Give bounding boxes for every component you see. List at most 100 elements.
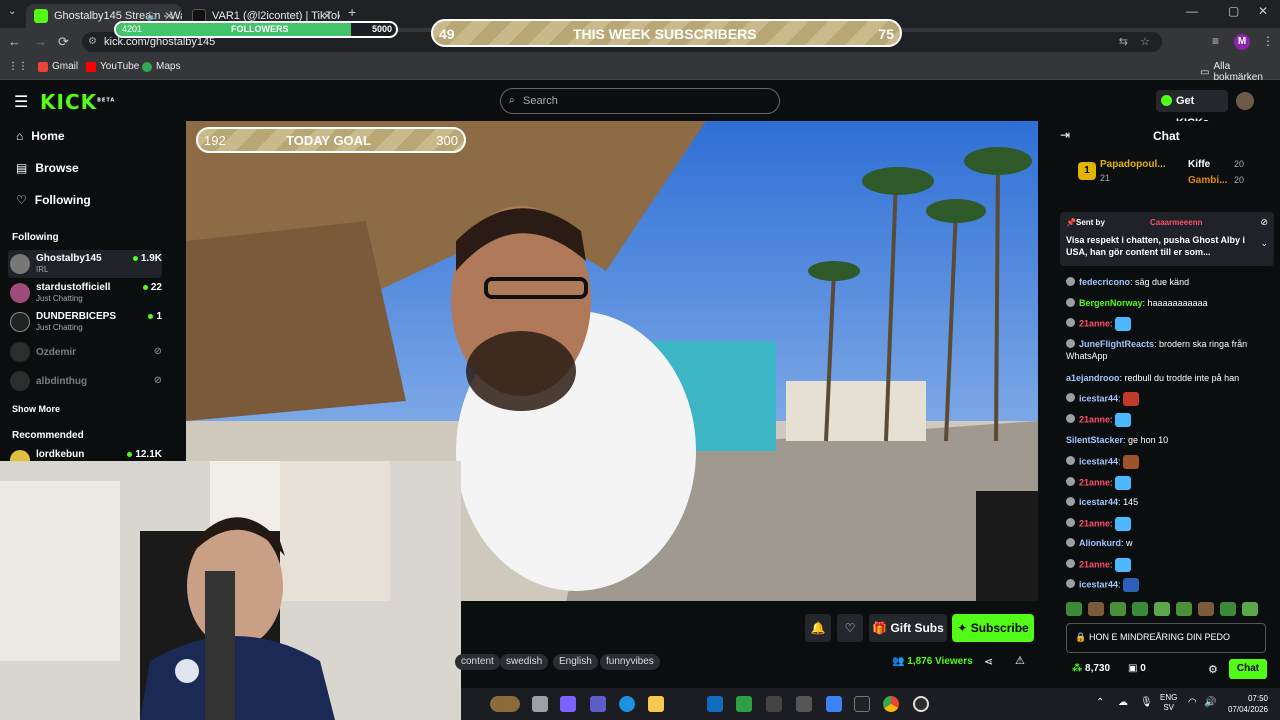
gift-subs-button[interactable]: 🎁 Gift Subs [869, 614, 947, 642]
tray-chevron-icon[interactable]: ⌃ [1096, 697, 1104, 708]
subscribe-button[interactable]: ✦ Subscribe [952, 614, 1034, 642]
terminal-icon[interactable] [854, 696, 870, 712]
emote-icon[interactable] [1220, 602, 1236, 616]
user-avatar[interactable] [1236, 92, 1254, 110]
window-close-button[interactable]: ✕ [1258, 4, 1268, 18]
send-chat-button[interactable]: Chat [1229, 659, 1267, 679]
nav-home[interactable]: ⌂ Home [16, 129, 65, 143]
bookmark-youtube[interactable]: YouTube [86, 61, 139, 72]
pinned-message[interactable]: 📌 Sent by Caaarmeeenn ⊘ Visa respekt i c… [1060, 212, 1274, 266]
chat-message[interactable]: SilentStacker: ge hon 10 [1066, 434, 1266, 446]
leader-name[interactable]: Papadopoul... [1100, 159, 1166, 170]
mail-icon[interactable] [707, 696, 723, 712]
clock[interactable]: 07:50 07/04/2026 [1224, 693, 1268, 715]
chat-username[interactable]: JuneFlightReacts [1079, 339, 1154, 349]
obs-icon[interactable] [913, 696, 929, 712]
chat-username[interactable]: icestar44 [1079, 579, 1118, 589]
copilot-icon[interactable] [560, 696, 576, 712]
photos-icon[interactable] [826, 696, 842, 712]
volume-icon[interactable]: 🔊 [1204, 697, 1216, 708]
chat-username[interactable]: 21anne [1079, 559, 1110, 569]
translate-icon[interactable]: ⇆ [1119, 32, 1128, 52]
following-channel[interactable]: stardustofficiell Just Chatting 22 [8, 279, 162, 307]
leader-name[interactable]: Gambi... [1188, 175, 1227, 186]
language-indicator[interactable]: ENG SV [1160, 693, 1177, 713]
desktop-icon[interactable] [532, 696, 548, 712]
nav-browse[interactable]: ▤ Browse [16, 161, 79, 175]
back-arrow-icon[interactable]: ← [8, 34, 21, 49]
wifi-icon[interactable]: ◠ [1188, 697, 1197, 708]
chat-message[interactable]: JuneFlightReacts: brodern ska ringa från… [1066, 338, 1266, 362]
recommended-channel[interactable]: lordkebun 12.1K [8, 446, 162, 461]
security-icon[interactable] [736, 696, 752, 712]
emote-icon[interactable] [1110, 602, 1126, 616]
share-icon[interactable]: ⋖ [984, 655, 993, 668]
expand-icon[interactable]: ⌄ [1260, 238, 1268, 249]
show-more-link[interactable]: Show More [12, 404, 60, 414]
chat-message[interactable]: icestar44: [1066, 578, 1266, 592]
teams-icon[interactable] [590, 696, 606, 712]
site-info-icon[interactable]: ⚙ [88, 32, 97, 52]
chat-message[interactable]: a1ejandrooo: redbull du trodde inte på h… [1066, 372, 1266, 384]
chat-message[interactable]: 21anne: [1066, 413, 1266, 427]
reading-list-icon[interactable]: ≡ [1212, 34, 1219, 48]
app-icon[interactable] [796, 696, 812, 712]
emote-icon[interactable] [1176, 602, 1192, 616]
file-explorer-icon[interactable] [648, 696, 664, 712]
chat-username[interactable]: a1ejandrooo [1066, 373, 1120, 383]
chat-username[interactable]: 21anne [1079, 318, 1110, 328]
all-bookmarks-folder[interactable]: ▭ Alla bokmärken [1200, 61, 1280, 83]
emote-icon[interactable] [1088, 602, 1104, 616]
tag-content[interactable]: content [455, 654, 500, 670]
tag-swedish[interactable]: swedish [500, 654, 549, 670]
nav-following[interactable]: ♡ Following [16, 193, 91, 207]
leader-name[interactable]: Kiffe [1188, 159, 1210, 170]
report-icon[interactable]: ⚠ [1015, 654, 1025, 667]
edge-icon[interactable] [619, 696, 635, 712]
hamburger-menu-icon[interactable]: ☰ [14, 92, 28, 112]
mic-icon[interactable]: 🎙 [1140, 697, 1153, 708]
browser-menu-icon[interactable]: ⋮ [1262, 34, 1274, 48]
bookmark-star-icon[interactable]: ☆ [1140, 32, 1150, 52]
chat-username[interactable]: fedecricono [1079, 277, 1130, 287]
restore-button[interactable]: ▢ [1228, 4, 1239, 18]
network-icon[interactable]: ☁ [1118, 697, 1128, 708]
unpin-icon[interactable]: ⊘ [1260, 217, 1268, 228]
chat-message[interactable]: 21anne: [1066, 317, 1266, 331]
chat-settings-icon[interactable]: ⚙ [1208, 663, 1218, 676]
emote-icon[interactable] [1066, 602, 1082, 616]
tab-search-button[interactable]: ⌄ [8, 6, 16, 17]
chat-message[interactable]: 21anne: [1066, 558, 1266, 572]
chrome-icon[interactable] [883, 696, 899, 712]
minimize-button[interactable]: — [1186, 4, 1198, 18]
emote-icon[interactable] [1132, 602, 1148, 616]
tag-english[interactable]: English [553, 654, 598, 670]
kicks-balance[interactable]: ⁂ 8,730 [1072, 663, 1110, 674]
chat-message[interactable]: Alionkurd: w [1066, 537, 1266, 549]
apps-grid-icon[interactable]: ⋮⋮ [8, 61, 28, 72]
follow-heart-button[interactable]: ♡ [837, 614, 863, 642]
bookmark-maps[interactable]: Maps [142, 61, 180, 72]
chat-message[interactable]: icestar44: 145 [1066, 496, 1266, 508]
chat-username[interactable]: icestar44 [1079, 497, 1118, 507]
sub-count[interactable]: ▣ 0 [1128, 663, 1146, 674]
following-channel[interactable]: Ghostalby145 IRL 1.9K [8, 250, 162, 278]
following-channel[interactable]: DUNDERBICEPS Just Chatting 1 [8, 308, 162, 336]
chat-username[interactable]: Alionkurd [1079, 538, 1121, 548]
chat-username[interactable]: 21anne [1079, 414, 1110, 424]
emote-icon[interactable] [1198, 602, 1214, 616]
following-channel-offline[interactable]: Ozdemir ⊘ [8, 338, 162, 366]
reload-icon[interactable]: ⟳ [58, 34, 69, 50]
chat-username[interactable]: BergenNorway [1079, 298, 1143, 308]
chat-message[interactable]: 21anne: [1066, 476, 1266, 490]
get-kicks-button[interactable]: Get KICKs [1156, 90, 1228, 129]
following-channel-offline[interactable]: albdinthug ⊘ [8, 367, 162, 395]
kick-logo[interactable]: KICKBETA [40, 90, 115, 114]
chat-username[interactable]: 21anne [1079, 518, 1110, 528]
chat-username[interactable]: icestar44 [1079, 456, 1118, 466]
new-tab-button[interactable]: + [348, 4, 356, 20]
chat-message[interactable]: 21anne: [1066, 517, 1266, 531]
bookmark-gmail[interactable]: Gmail [38, 61, 78, 72]
collapse-chat-icon[interactable]: ⇥ [1060, 128, 1070, 142]
notifications-bell-button[interactable]: 🔔 [805, 614, 831, 642]
